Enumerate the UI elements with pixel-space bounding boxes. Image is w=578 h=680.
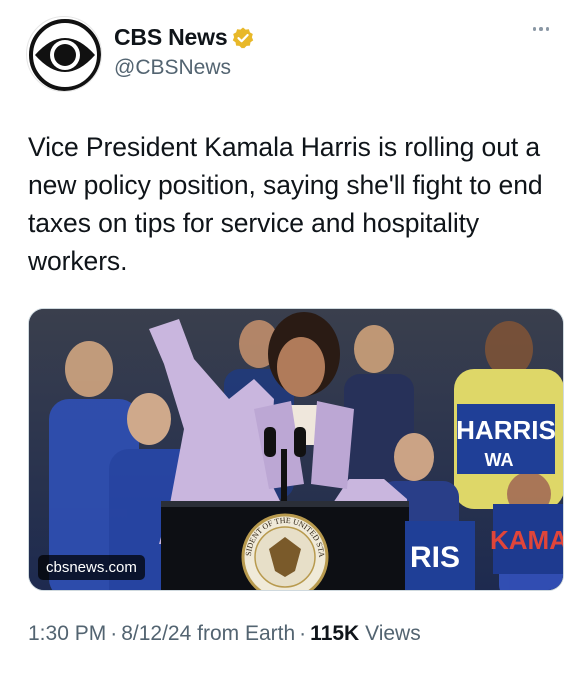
tweet-text: Vice President Kamala Harris is rolling … [28, 132, 543, 276]
tweet-date[interactable]: 8/12/24 [121, 622, 191, 645]
link-domain-chip[interactable]: cbsnews.com [38, 555, 145, 580]
sign-ris: RIS [410, 541, 460, 574]
views-label: Views [365, 622, 421, 645]
author-names: CBS News @CBSNews [114, 24, 255, 80]
tweet-meta: 1:30 PM · 8/12/24 from Earth · 115K Views [28, 622, 421, 645]
avatar[interactable] [26, 16, 102, 92]
verified-badge-icon[interactable] [231, 26, 255, 50]
handle[interactable]: @CBSNews [114, 56, 255, 80]
sign-wa: WA [485, 450, 514, 470]
tweet-source: from Earth [197, 622, 296, 645]
more-options-icon[interactable] [526, 22, 556, 36]
sign-text-layer: HARRIS WA KAMA RIS PRESIDENT OF THE UNIT… [29, 309, 564, 574]
cbs-eye-logo-icon [29, 19, 101, 91]
sign-harris: HARRIS [456, 415, 556, 445]
views-count: 115K [310, 622, 360, 645]
podium-seal-text: PRESIDENT OF THE UNITED STATES [29, 309, 326, 558]
tweet-time[interactable]: 1:30 PM [28, 622, 106, 645]
tweet-media[interactable]: HARRIS WA KAMA RIS PRESIDENT OF THE UNIT… [28, 308, 564, 591]
sign-kama: KAMA [490, 525, 564, 555]
tweet-header: CBS News @CBSNews [26, 16, 556, 94]
display-name[interactable]: CBS News [114, 24, 228, 51]
display-name-row: CBS News [114, 24, 255, 51]
